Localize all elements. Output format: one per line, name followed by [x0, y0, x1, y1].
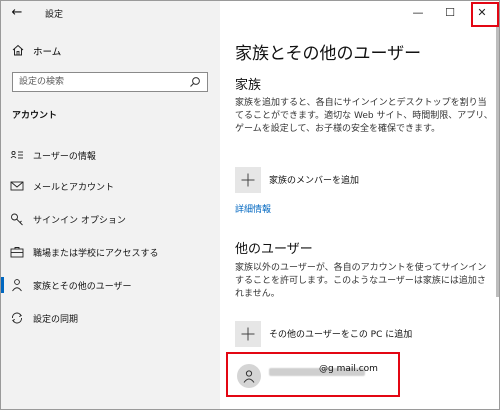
back-button[interactable]: ← — [5, 3, 29, 23]
add-family-member-button[interactable]: 家族のメンバーを追加 — [235, 167, 495, 193]
sidebar-item-sync[interactable]: 設定の同期 — [1, 306, 220, 330]
section-heading: アカウント — [12, 111, 58, 121]
other-users-description: 家族以外のユーザーが、各自のアカウントを使ってサインインすることを許可します。こ… — [235, 263, 487, 299]
app-title: 設定 — [45, 10, 64, 20]
search-input[interactable] — [13, 73, 183, 91]
sidebar-item-signin-options[interactable]: サインイン オプション — [1, 207, 220, 231]
details-link[interactable]: 詳細情報 — [235, 202, 271, 215]
user-card-icon — [10, 150, 23, 159]
sidebar-item-label: ホーム — [33, 47, 62, 58]
search-icon[interactable] — [189, 76, 201, 88]
sidebar-item-label: 家族とその他のユーザー — [33, 282, 132, 292]
add-family-member-label: 家族のメンバーを追加 — [269, 176, 360, 186]
sidebar-item-home[interactable]: ホーム — [1, 41, 220, 61]
plus-icon — [241, 327, 255, 341]
plus-icon — [241, 173, 255, 187]
other-users-heading: 他のユーザー — [235, 242, 313, 257]
page-title: 家族とその他のユーザー — [235, 44, 422, 64]
sidebar-item-email-accounts[interactable]: メールとアカウント — [1, 174, 220, 198]
family-heading: 家族 — [235, 78, 262, 93]
maximize-button[interactable]: ☐ — [435, 1, 465, 25]
sidebar-item-label: 設定の同期 — [33, 315, 79, 325]
user-entry-highlight — [226, 352, 400, 397]
home-icon — [12, 44, 24, 56]
active-indicator — [1, 277, 4, 293]
mail-icon — [10, 181, 24, 191]
family-description: 家族を追加すると、各自にサインインとデスクトップを割り当てることができます。適切… — [235, 98, 493, 134]
sidebar-item-family-others[interactable]: 家族とその他のユーザー — [1, 273, 220, 297]
briefcase-icon — [10, 247, 24, 258]
scrollbar[interactable] — [496, 27, 499, 297]
sidebar-item-label: メールとアカウント — [33, 183, 115, 193]
sidebar-item-user-info[interactable]: ユーザーの情報 — [1, 143, 220, 167]
sync-icon — [12, 312, 22, 324]
sidebar-item-label: サインイン オプション — [33, 216, 126, 226]
add-other-user-label: その他のユーザーをこの PC に追加 — [269, 330, 413, 340]
key-icon — [11, 213, 23, 226]
sidebar-item-label: 職場または学校にアクセスする — [33, 249, 159, 259]
sidebar-item-label: ユーザーの情報 — [33, 152, 96, 162]
close-button-highlight — [471, 2, 499, 27]
add-other-user-button[interactable]: その他のユーザーをこの PC に追加 — [235, 321, 495, 347]
settings-window: ← 設定 ホーム アカウント ユーザーの情 — [0, 0, 500, 410]
sidebar-item-work-school[interactable]: 職場または学校にアクセスする — [1, 240, 220, 264]
person-icon — [12, 279, 22, 292]
plus-tile — [235, 167, 261, 193]
minimize-button[interactable]: — — [403, 1, 433, 25]
search-box[interactable] — [12, 72, 208, 92]
plus-tile — [235, 321, 261, 347]
sidebar: ← 設定 ホーム アカウント ユーザーの情 — [1, 1, 220, 409]
main-panel: — ☐ ✕ 家族とその他のユーザー 家族 家族を追加すると、各自にサインインとデ… — [220, 1, 499, 409]
